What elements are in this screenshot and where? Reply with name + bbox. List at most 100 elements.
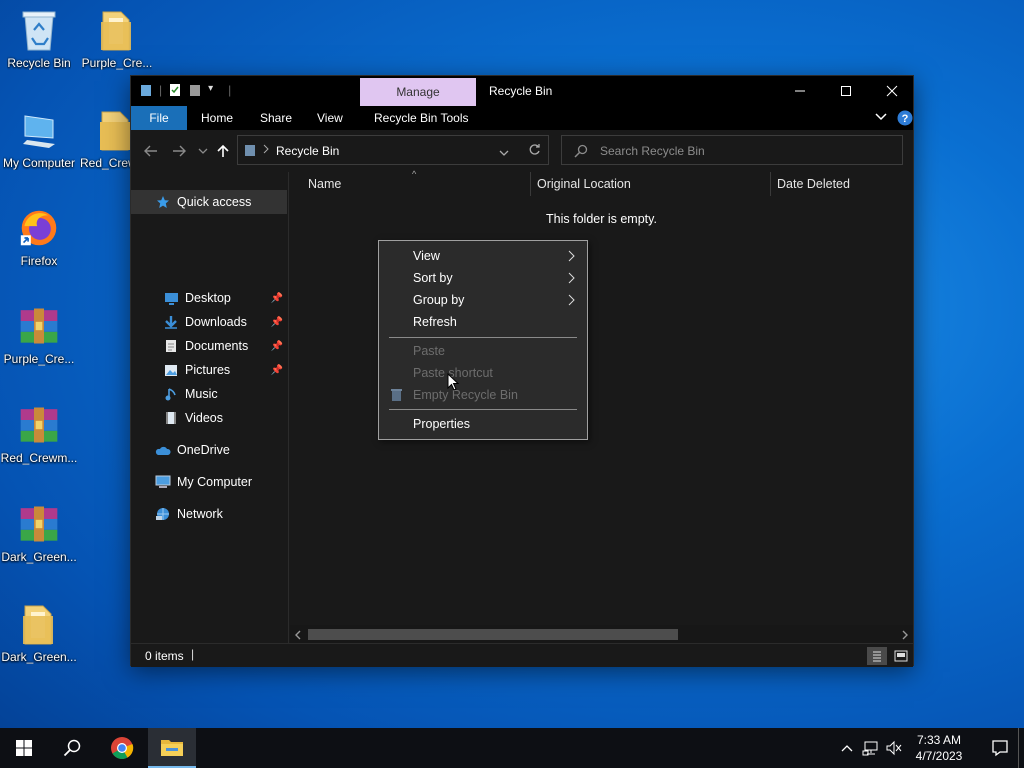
scroll-right-icon[interactable] xyxy=(901,629,909,643)
minimize-button[interactable] xyxy=(777,76,823,106)
search-input[interactable] xyxy=(600,142,890,160)
scroll-left-icon[interactable] xyxy=(294,629,302,643)
recycle-bin-small-icon xyxy=(243,143,257,160)
sidebar-item-my-computer[interactable]: My Computer xyxy=(131,470,287,494)
refresh-button[interactable] xyxy=(528,143,541,159)
desktop-icon-red-crew-folder[interactable]: Red_Crew xyxy=(78,108,130,170)
desktop-icon-purple-folder[interactable]: Purple_Cre... xyxy=(78,8,156,70)
search-button[interactable] xyxy=(48,728,96,768)
videos-icon xyxy=(163,410,179,426)
chevron-down-icon xyxy=(875,113,887,121)
desktop-icon-firefox[interactable]: Firefox xyxy=(0,206,78,268)
sidebar-item-label: Documents xyxy=(185,339,249,353)
menu-item-paste-shortcut[interactable]: Paste shortcut xyxy=(379,362,587,384)
desktop-icon-my-computer[interactable]: My Computer xyxy=(0,108,78,170)
tab-share[interactable]: Share xyxy=(246,106,306,130)
sidebar-item-label: My Computer xyxy=(177,475,253,489)
recent-locations-button[interactable] xyxy=(193,142,213,160)
menu-item-empty-recycle-bin[interactable]: Empty Recycle Bin xyxy=(379,384,587,406)
sidebar-item-network[interactable]: Network xyxy=(131,502,287,526)
sidebar-item-label: OneDrive xyxy=(177,443,230,457)
address-dropdown-button[interactable] xyxy=(499,146,509,160)
clock-date: 4/7/2023 xyxy=(915,749,963,763)
volume-muted-icon xyxy=(886,740,902,756)
desktop-icon-red-archive[interactable]: Red_Crewm... xyxy=(0,403,78,465)
taskbar-chrome-button[interactable] xyxy=(98,728,146,768)
details-view-button[interactable] xyxy=(867,647,887,665)
expand-ribbon-button[interactable] xyxy=(875,110,887,125)
menu-item-properties[interactable]: Properties xyxy=(379,413,587,435)
sidebar-item-pictures[interactable]: Pictures 📌 xyxy=(131,358,287,382)
sidebar-item-onedrive[interactable]: OneDrive xyxy=(131,438,287,462)
menu-item-paste[interactable]: Paste xyxy=(379,340,587,362)
tab-manage[interactable]: Manage xyxy=(360,78,476,106)
show-hidden-icons-button[interactable] xyxy=(838,739,856,757)
onedrive-icon xyxy=(155,442,171,458)
sidebar-item-music[interactable]: Music xyxy=(131,382,287,406)
desktop-icon-label: Red_Crewm... xyxy=(0,451,78,465)
firefox-icon xyxy=(19,206,59,250)
sidebar-item-downloads[interactable]: Downloads 📌 xyxy=(131,310,287,334)
system-clock[interactable]: 7:33 AM 4/7/2023 xyxy=(906,732,972,764)
show-desktop-button[interactable] xyxy=(1018,728,1024,768)
scrollbar-thumb[interactable] xyxy=(308,629,678,640)
search-box[interactable] xyxy=(561,135,903,165)
navigation-pane: Quick access Desktop 📌 Downloads 📌 Docum… xyxy=(131,172,289,643)
column-header-name[interactable]: Name xyxy=(308,172,341,196)
new-folder-icon[interactable] xyxy=(188,83,202,97)
menu-item-refresh[interactable]: Refresh xyxy=(379,311,587,333)
back-button[interactable] xyxy=(141,142,161,160)
tab-recycle-bin-tools[interactable]: Recycle Bin Tools xyxy=(360,106,483,130)
tab-home[interactable]: Home xyxy=(187,106,247,130)
volume-button[interactable] xyxy=(885,739,903,757)
help-button[interactable]: ? xyxy=(897,110,913,129)
close-icon xyxy=(886,85,898,97)
start-button[interactable] xyxy=(0,728,48,768)
minimize-icon xyxy=(795,90,805,92)
star-icon xyxy=(155,194,171,210)
column-header-date-deleted[interactable]: Date Deleted xyxy=(777,172,850,196)
horizontal-scrollbar[interactable] xyxy=(290,625,913,643)
pointer-icon xyxy=(447,372,460,391)
windows-logo-icon xyxy=(16,740,32,756)
customize-toolbar-icon[interactable]: ▾ xyxy=(208,83,222,97)
quick-access-toolbar: | ▾ | xyxy=(139,83,231,97)
column-divider[interactable] xyxy=(530,172,531,196)
column-divider[interactable] xyxy=(770,172,771,196)
desktop-icon-dark-green-folder[interactable]: Dark_Green... xyxy=(0,602,78,664)
menu-item-label: Sort by xyxy=(413,271,453,285)
column-header-original-location[interactable]: Original Location xyxy=(537,172,631,196)
tab-view[interactable]: View xyxy=(303,106,357,130)
taskbar-file-explorer-button[interactable] xyxy=(148,728,196,768)
recycle-bin-small-icon xyxy=(139,83,153,97)
desktop-icon-purple-archive[interactable]: Purple_Cre... xyxy=(0,304,78,366)
maximize-icon xyxy=(841,86,851,96)
close-button[interactable] xyxy=(869,76,915,106)
forward-button[interactable] xyxy=(169,142,189,160)
network-status-button[interactable] xyxy=(862,739,880,757)
menu-item-group-by[interactable]: Group by xyxy=(379,289,587,311)
desktop-icon-label: My Computer xyxy=(2,156,76,170)
menu-item-view[interactable]: View xyxy=(379,245,587,267)
chevron-right-icon xyxy=(262,143,270,158)
large-icons-view-button[interactable] xyxy=(891,647,911,665)
desktop-icon-dark-green-archive[interactable]: Dark_Green... xyxy=(0,502,78,564)
action-center-button[interactable] xyxy=(976,728,1024,768)
sidebar-item-videos[interactable]: Videos xyxy=(131,406,287,430)
winrar-archive-icon xyxy=(19,304,59,348)
sidebar-item-label: Videos xyxy=(185,411,223,425)
properties-icon[interactable] xyxy=(168,83,182,97)
arrow-up-icon xyxy=(217,144,229,157)
title-bar[interactable]: | ▾ | Manage Recycle Bin xyxy=(131,76,913,106)
maximize-button[interactable] xyxy=(823,76,869,106)
search-icon xyxy=(574,144,588,161)
navigation-bar: Recycle Bin xyxy=(131,130,913,172)
up-button[interactable] xyxy=(213,142,233,160)
address-bar[interactable]: Recycle Bin xyxy=(237,135,549,165)
tab-file[interactable]: File xyxy=(131,106,187,130)
menu-item-sort-by[interactable]: Sort by xyxy=(379,267,587,289)
sidebar-item-quick-access[interactable]: Quick access xyxy=(131,190,287,214)
desktop-icon-recycle-bin[interactable]: Recycle Bin xyxy=(0,8,78,70)
sidebar-item-desktop[interactable]: Desktop 📌 xyxy=(131,286,287,310)
sidebar-item-documents[interactable]: Documents 📌 xyxy=(131,334,287,358)
